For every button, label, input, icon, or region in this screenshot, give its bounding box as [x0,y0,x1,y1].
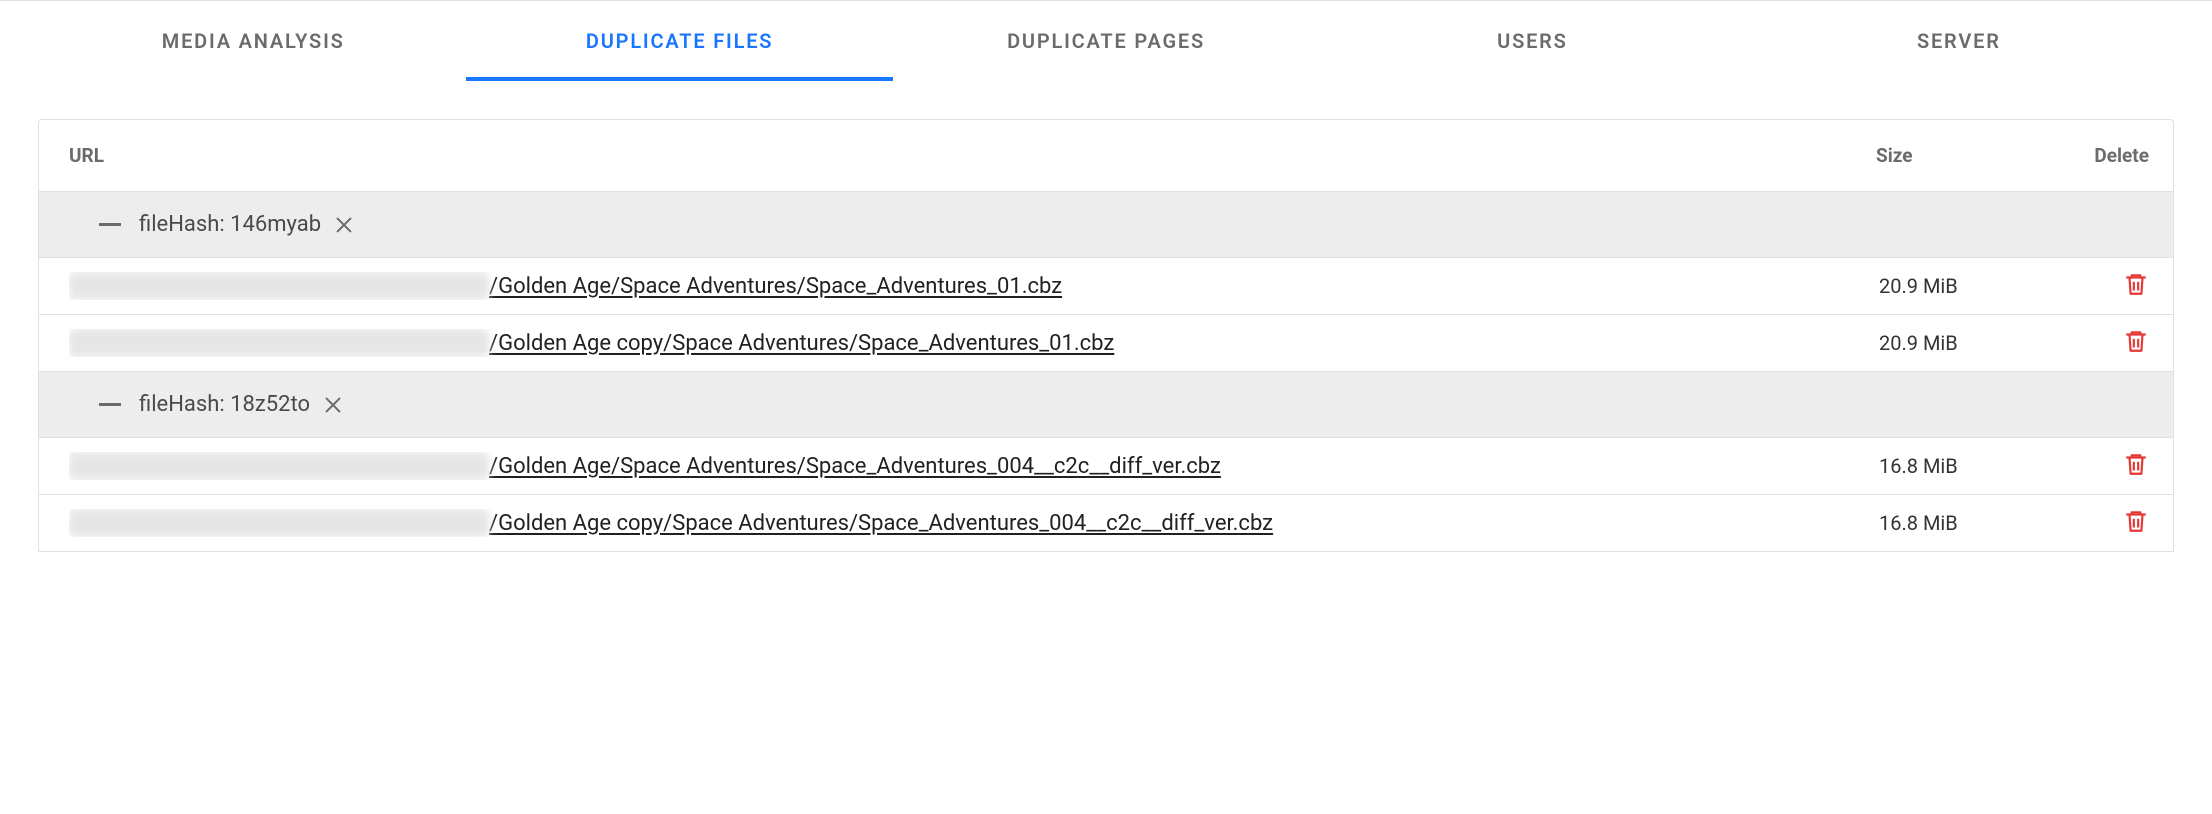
file-row: /Golden Age copy/Space Adventures/Space_… [39,494,2173,551]
file-row: /Golden Age/Space Adventures/Space_Adven… [39,437,2173,494]
group-label: fileHash: 18z52to [139,392,310,417]
tab-duplicate-files[interactable]: DUPLICATE FILES [466,1,892,81]
redacted-path-prefix [69,329,489,357]
tab-duplicate-pages[interactable]: DUPLICATE PAGES [893,1,1319,81]
redacted-path-prefix [69,272,489,300]
file-row: /Golden Age/Space Adventures/Space_Adven… [39,257,2173,314]
file-link[interactable]: /Golden Age/Space Adventures/Space_Adven… [489,454,1221,479]
file-size: 20.9 MiB [1879,273,2069,300]
tab-bar: MEDIA ANALYSIS DUPLICATE FILES DUPLICATE… [0,0,2212,81]
redacted-path-prefix [69,509,489,537]
group-header[interactable]: fileHash: 146myab [39,191,2173,257]
redacted-path-prefix [69,452,489,480]
file-size: 16.8 MiB [1879,453,2069,480]
trash-icon[interactable] [2123,327,2149,355]
col-header-size: Size [1876,144,2066,167]
close-icon[interactable] [322,394,344,416]
collapse-icon[interactable] [99,403,121,406]
group-header[interactable]: fileHash: 18z52to [39,371,2173,437]
col-header-delete: Delete [2069,144,2149,167]
trash-icon[interactable] [2123,450,2149,478]
collapse-icon[interactable] [99,223,121,226]
file-link[interactable]: /Golden Age copy/Space Adventures/Space_… [489,511,1273,536]
file-row: /Golden Age copy/Space Adventures/Space_… [39,314,2173,371]
trash-icon[interactable] [2123,270,2149,298]
file-size: 20.9 MiB [1879,330,2069,357]
file-link[interactable]: /Golden Age/Space Adventures/Space_Adven… [489,274,1062,299]
close-icon[interactable] [333,214,355,236]
file-link[interactable]: /Golden Age copy/Space Adventures/Space_… [489,331,1114,356]
trash-icon[interactable] [2123,507,2149,535]
file-size: 16.8 MiB [1879,510,2069,537]
tab-users[interactable]: USERS [1319,1,1745,81]
duplicates-table: URL Size Delete fileHash: 146myab /Golde… [38,119,2174,552]
group-label: fileHash: 146myab [139,212,321,237]
table-header: URL Size Delete [39,120,2173,191]
col-header-url: URL [69,144,1876,167]
tab-server[interactable]: SERVER [1746,1,2172,81]
tab-media-analysis[interactable]: MEDIA ANALYSIS [40,1,466,81]
